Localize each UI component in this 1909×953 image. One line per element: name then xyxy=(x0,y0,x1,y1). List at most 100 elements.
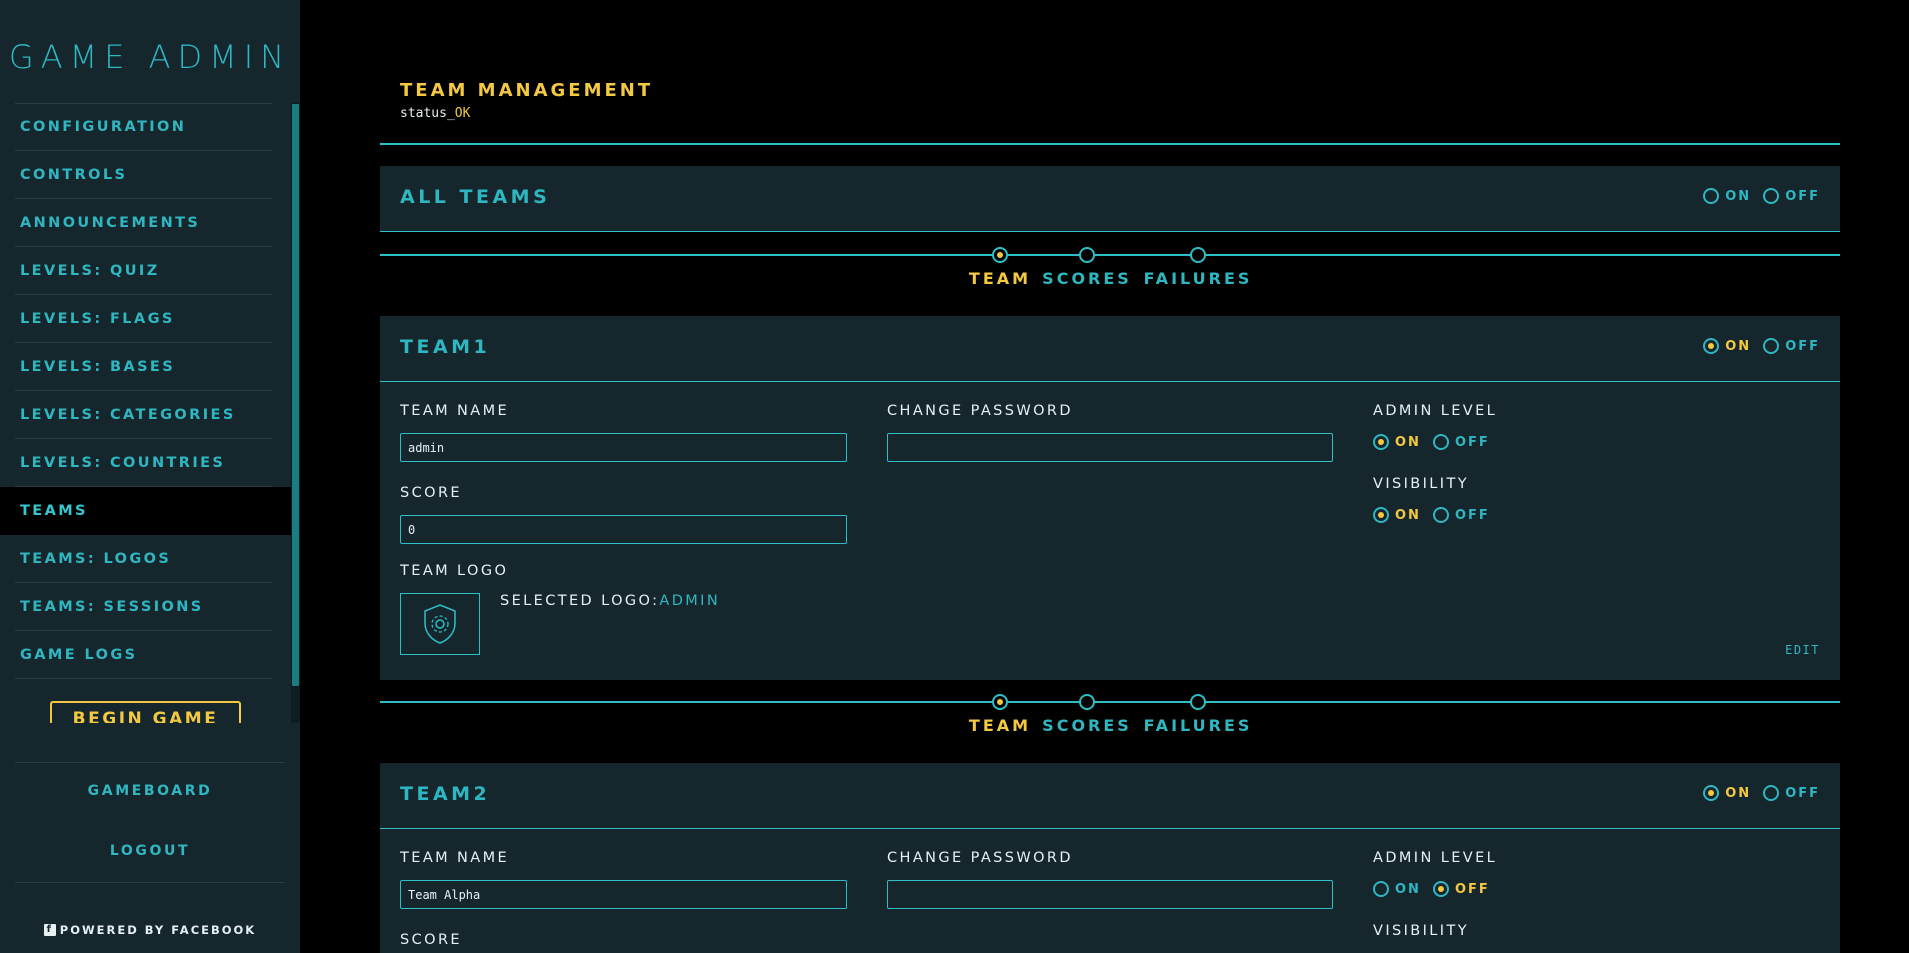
step-team-tab[interactable]: TEAM xyxy=(969,269,1031,288)
step-failures-tab[interactable]: FAILURES xyxy=(1144,269,1253,288)
admin-level-on-radio[interactable]: ON xyxy=(1373,434,1421,450)
radio-icon xyxy=(1703,338,1720,354)
team1-off-radio[interactable]: OFF xyxy=(1763,338,1820,354)
step-scores-tab[interactable]: SCORES xyxy=(1042,716,1132,735)
step-scores-dot[interactable] xyxy=(1079,694,1095,710)
selected-logo-label: SELECTED LOGO: xyxy=(500,593,660,609)
radio-icon xyxy=(1432,507,1449,523)
sidebar-scrollbar-thumb[interactable] xyxy=(292,104,299,686)
team2-header: TEAM2 ON OFF xyxy=(380,763,1840,829)
edit-link[interactable]: EDIT xyxy=(1785,643,1820,657)
selected-logo-text: SELECTED LOGO:ADMIN xyxy=(500,593,720,609)
nav-item-levels-quiz[interactable]: LEVELS: QUIZ xyxy=(15,247,272,295)
step-failures-tab[interactable]: FAILURES xyxy=(1144,716,1253,735)
radio-icon xyxy=(1703,188,1720,204)
radio-icon xyxy=(1432,434,1449,450)
nav-item-game-logs[interactable]: GAME LOGS xyxy=(15,631,272,679)
team2-off-radio[interactable]: OFF xyxy=(1763,785,1820,801)
change-password-input[interactable] xyxy=(887,880,1333,909)
admin-level-label: ADMIN LEVEL xyxy=(1373,403,1498,419)
powered-by-facebook[interactable]: f POWERED BY FACEBOOK xyxy=(0,923,300,937)
page-title: TEAM MANAGEMENT xyxy=(400,80,654,101)
gameboard-link[interactable]: GAMEBOARD xyxy=(0,783,300,799)
radio-icon xyxy=(1373,881,1389,897)
team-name-label: TEAM NAME xyxy=(400,403,510,419)
change-password-label: CHANGE PASSWORD xyxy=(887,850,1073,866)
nav-item-teams-logos[interactable]: TEAMS: LOGOS xyxy=(15,535,272,583)
radio-label: ON xyxy=(1395,507,1421,523)
team-name-input[interactable] xyxy=(400,880,847,909)
steps-line xyxy=(380,701,1840,703)
step-failures-dot[interactable] xyxy=(1190,247,1206,263)
admin-level-label: ADMIN LEVEL xyxy=(1373,850,1498,866)
team2-admin-level-toggle: ON OFF xyxy=(1373,881,1490,897)
all-teams-panel: ALL TEAMS ON OFF xyxy=(380,166,1840,232)
nav-item-teams-sessions[interactable]: TEAMS: SESSIONS xyxy=(15,583,272,631)
step-failures-dot[interactable] xyxy=(1190,694,1206,710)
begin-game-button[interactable]: BEGIN GAME xyxy=(50,701,241,723)
team2-title: TEAM2 xyxy=(400,783,491,805)
sidebar-divider xyxy=(15,762,285,763)
status-prefix: status_ xyxy=(400,106,455,121)
all-teams-title: ALL TEAMS xyxy=(400,186,551,208)
change-password-label: CHANGE PASSWORD xyxy=(887,403,1073,419)
sidebar: GAME ADMIN CONFIGURATION CONTROLS ANNOUN… xyxy=(0,0,300,953)
visibility-on-radio[interactable]: ON xyxy=(1373,507,1421,523)
brand-title: GAME ADMIN xyxy=(8,38,292,76)
radio-label: OFF xyxy=(1454,434,1490,450)
radio-label: OFF xyxy=(1785,188,1820,204)
admin-level-off-radio[interactable]: OFF xyxy=(1432,881,1490,897)
nav-item-configuration[interactable]: CONFIGURATION xyxy=(15,103,272,151)
step-team-tab[interactable]: TEAM xyxy=(969,716,1031,735)
visibility-label: VISIBILITY xyxy=(1373,923,1469,939)
status-text: status_OK xyxy=(400,106,470,121)
change-password-input[interactable] xyxy=(887,433,1333,462)
logout-link[interactable]: LOGOUT xyxy=(0,843,300,859)
team-logo-label: TEAM LOGO xyxy=(400,563,509,579)
score-label: SCORE xyxy=(400,932,462,948)
all-teams-off-radio[interactable]: OFF xyxy=(1763,188,1820,204)
team1-steps: TEAM SCORES FAILURES xyxy=(380,245,1840,295)
step-team-dot[interactable] xyxy=(992,247,1008,263)
radio-icon xyxy=(1432,881,1449,897)
team1-title: TEAM1 xyxy=(400,336,491,358)
step-team-dot[interactable] xyxy=(992,694,1008,710)
nav-item-levels-categories[interactable]: LEVELS: CATEGORIES xyxy=(15,391,272,439)
step-scores-dot[interactable] xyxy=(1079,247,1095,263)
team2-panel: TEAM2 ON OFF TEAM NAME CHANGE PASSWORD A… xyxy=(380,763,1840,953)
team1-active-toggle: ON OFF xyxy=(1703,338,1820,354)
sidebar-nav: CONFIGURATION CONTROLS ANNOUNCEMENTS LEV… xyxy=(0,103,300,723)
team2-on-radio[interactable]: ON xyxy=(1703,785,1751,801)
nav-item-levels-flags[interactable]: LEVELS: FLAGS xyxy=(15,295,272,343)
nav-item-controls[interactable]: CONTROLS xyxy=(15,151,272,199)
radio-icon xyxy=(1763,188,1780,204)
nav-item-levels-countries[interactable]: LEVELS: COUNTRIES xyxy=(15,439,272,487)
radio-label: ON xyxy=(1725,338,1752,354)
team-logo-selector[interactable] xyxy=(400,593,480,655)
radio-label: OFF xyxy=(1785,338,1820,354)
all-teams-on-radio[interactable]: ON xyxy=(1703,188,1751,204)
begin-game-clip: BEGIN GAME xyxy=(0,701,291,723)
score-input[interactable] xyxy=(400,515,847,544)
radio-label: OFF xyxy=(1785,785,1820,801)
all-teams-header: ALL TEAMS ON OFF xyxy=(380,166,1840,232)
visibility-off-radio[interactable]: OFF xyxy=(1432,507,1490,523)
team-name-label: TEAM NAME xyxy=(400,850,510,866)
team2-steps: TEAM SCORES FAILURES xyxy=(380,692,1840,742)
team2-active-toggle: ON OFF xyxy=(1703,785,1820,801)
admin-level-off-radio[interactable]: OFF xyxy=(1432,434,1490,450)
admin-level-on-radio[interactable]: ON xyxy=(1373,881,1421,897)
radio-label: OFF xyxy=(1454,881,1490,897)
all-teams-toggle: ON OFF xyxy=(1703,188,1820,204)
radio-icon xyxy=(1373,507,1389,523)
radio-label: OFF xyxy=(1454,507,1490,523)
nav-item-teams[interactable]: TEAMS xyxy=(0,487,291,535)
visibility-label: VISIBILITY xyxy=(1373,476,1469,492)
team1-visibility-toggle: ON OFF xyxy=(1373,507,1490,523)
team-name-input[interactable] xyxy=(400,433,847,462)
radio-icon xyxy=(1703,785,1720,801)
nav-item-levels-bases[interactable]: LEVELS: BASES xyxy=(15,343,272,391)
team1-on-radio[interactable]: ON xyxy=(1703,338,1751,354)
nav-item-announcements[interactable]: ANNOUNCEMENTS xyxy=(15,199,272,247)
step-scores-tab[interactable]: SCORES xyxy=(1042,269,1132,288)
